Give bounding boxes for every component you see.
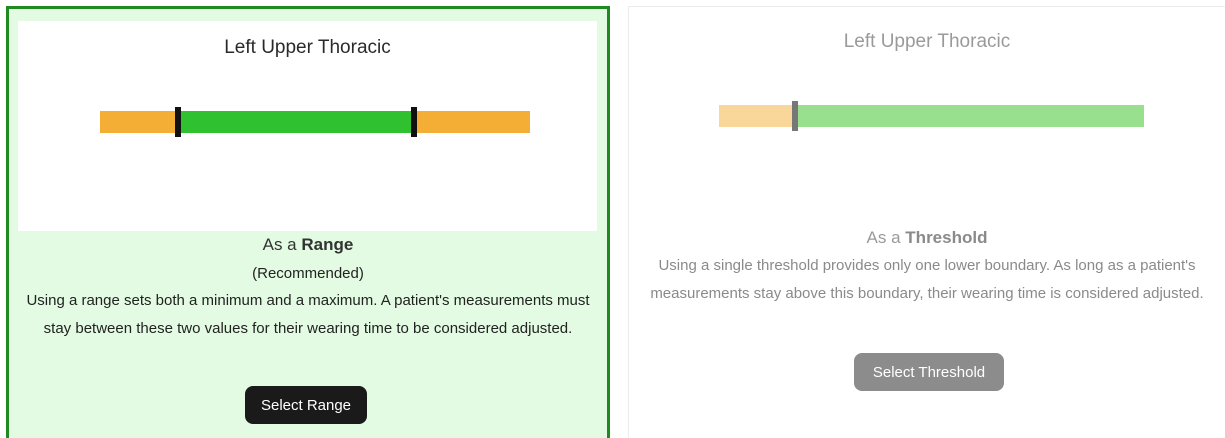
threshold-marker	[792, 101, 798, 131]
threshold-slider	[719, 101, 1144, 131]
threshold-preview: Left Upper Thoracic	[629, 7, 1225, 217]
range-slider	[100, 107, 530, 137]
threshold-preview-title: Left Upper Thoracic	[843, 31, 1011, 52]
range-min-marker	[175, 107, 181, 137]
threshold-bar-above	[795, 105, 1144, 127]
select-range-button[interactable]: Select Range	[245, 386, 367, 424]
threshold-heading-prefix: As a	[866, 228, 901, 247]
range-option-card[interactable]: Left Upper Thoracic As a Range (Recommen…	[6, 6, 610, 438]
threshold-description: Using a single threshold provides only o…	[650, 257, 1204, 302]
threshold-bar-below	[719, 105, 795, 127]
range-description: Using a range sets both a minimum and a …	[26, 292, 590, 337]
threshold-heading-bold: Threshold	[905, 228, 988, 247]
range-bar-in-range	[178, 111, 414, 133]
range-subtitle: (Recommended)	[252, 265, 364, 282]
range-max-marker	[411, 107, 417, 137]
range-bar-high	[414, 111, 530, 133]
range-bar-low	[100, 111, 178, 133]
range-heading-bold: Range	[301, 235, 354, 254]
range-preview: Left Upper Thoracic	[18, 21, 597, 231]
range-preview-title: Left Upper Thoracic	[224, 37, 391, 58]
threshold-option-card[interactable]: Left Upper Thoracic As a Threshold Using…	[628, 6, 1225, 438]
range-heading-prefix: As a	[262, 235, 297, 254]
threshold-heading: As a Threshold	[629, 228, 1225, 248]
range-heading: As a Range	[9, 235, 607, 255]
select-threshold-button[interactable]: Select Threshold	[854, 353, 1004, 391]
